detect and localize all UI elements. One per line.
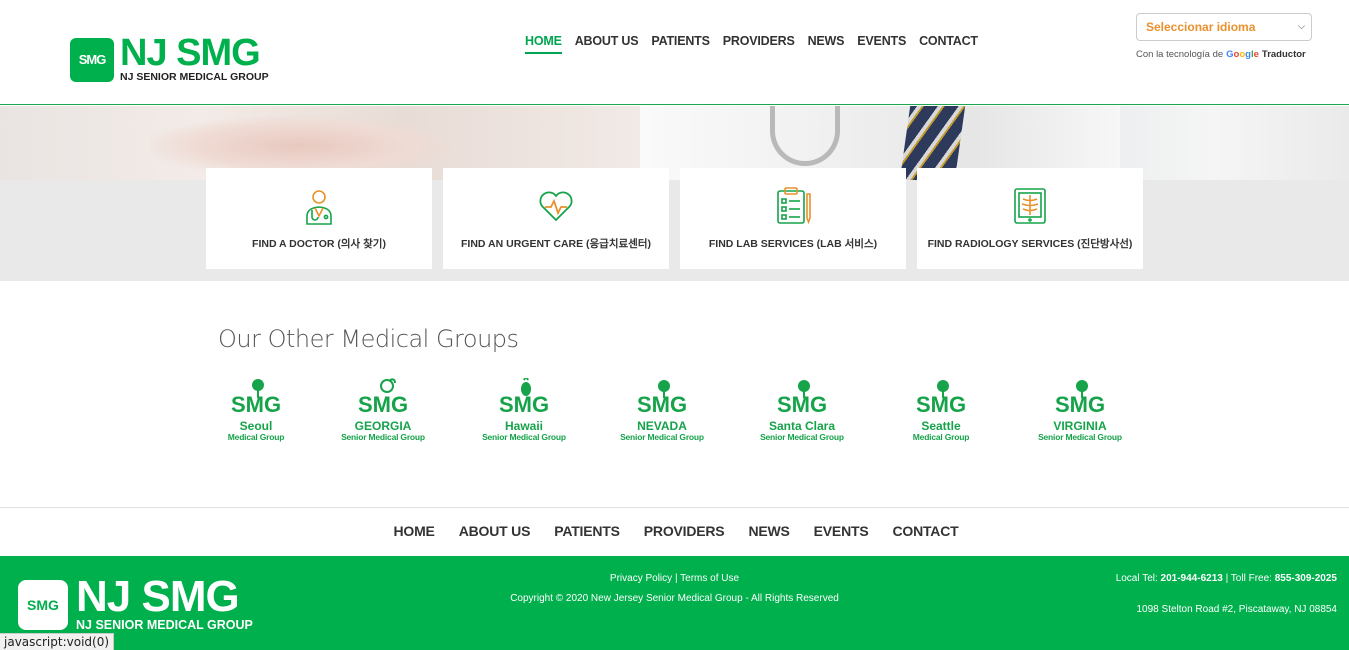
clipboard-icon: [777, 187, 811, 225]
svg-text:SMG: SMG: [916, 392, 966, 417]
group-seattle[interactable]: SMG Seattle Medical Group: [893, 378, 989, 442]
tree-logo-icon: SMG: [777, 380, 827, 417]
group-seoul[interactable]: SMG Seoul Medical Group: [208, 378, 304, 442]
group-subtitle: Senior Medical Group: [760, 432, 844, 442]
footer-nav-contact[interactable]: CONTACT: [892, 523, 958, 539]
footer-address: 1098 Stelton Road #2, Piscataway, NJ 088…: [1136, 604, 1338, 615]
group-georgia[interactable]: SMG GEORGIA Senior Medical Group: [335, 378, 431, 442]
logo-title: NJ SMG: [120, 32, 261, 74]
tree-logo-icon: SMG: [231, 379, 281, 417]
xray-icon: [1014, 188, 1046, 224]
group-name: Hawaii: [504, 419, 543, 433]
powered-by-text: Con la tecnología de: [1136, 49, 1224, 60]
footer-nav-providers[interactable]: PROVIDERS: [644, 523, 725, 539]
find-doctor-card[interactable]: FIND A DOCTOR (의사 찾기): [206, 168, 432, 269]
footer-nav: HOME ABOUT US PATIENTS PROVIDERS NEWS EV…: [0, 523, 1349, 539]
svg-text:SMG: SMG: [358, 392, 408, 417]
group-subtitle: Senior Medical Group: [482, 432, 566, 442]
footer-phone: Local Tel: 201-944-6213 | Toll Free: 855…: [1116, 573, 1337, 584]
tree-logo-icon: SMG: [1055, 380, 1105, 417]
svg-text:SMG: SMG: [637, 392, 687, 417]
chevron-down-icon: ⌵: [1298, 21, 1305, 31]
svg-text:SMG: SMG: [499, 392, 549, 417]
footer-logo-subtitle: NJ SENIOR MEDICAL GROUP: [76, 618, 253, 632]
privacy-policy-link[interactable]: Privacy Policy: [610, 573, 672, 584]
pineapple-logo-icon: SMG: [499, 378, 549, 417]
nav-about-us[interactable]: ABOUT US: [575, 34, 639, 54]
group-name: Seoul: [239, 419, 273, 433]
nav-home[interactable]: HOME: [525, 34, 562, 54]
group-subtitle: Medical Group: [227, 432, 285, 442]
footer-nav-home[interactable]: HOME: [394, 523, 435, 539]
group-subtitle: Senior Medical Group: [620, 432, 704, 442]
terms-of-use-link[interactable]: Terms of Use: [680, 573, 739, 584]
link-separator: |: [672, 573, 681, 584]
svg-text:SMG: SMG: [231, 392, 281, 417]
group-name: NEVADA: [637, 419, 687, 433]
doctor-icon: [306, 190, 332, 225]
footer-divider: [0, 507, 1349, 508]
find-lab-services-card[interactable]: FIND LAB SERVICES (LAB 서비스): [680, 168, 906, 269]
group-subtitle: Senior Medical Group: [341, 432, 425, 442]
nav-providers[interactable]: PROVIDERS: [723, 34, 795, 54]
nav-events[interactable]: EVENTS: [857, 34, 906, 54]
language-select-value: Seleccionar idioma: [1146, 20, 1256, 34]
heartbeat-icon: [539, 191, 573, 222]
toll-free-number[interactable]: 855-309-2025: [1275, 573, 1337, 584]
group-subtitle: Medical Group: [912, 432, 970, 442]
group-hawaii[interactable]: SMG Hawaii Senior Medical Group: [476, 378, 572, 442]
group-subtitle: Senior Medical Group: [1038, 432, 1122, 442]
footer-nav-news[interactable]: NEWS: [748, 523, 789, 539]
logo-subtitle: NJ SENIOR MEDICAL GROUP: [120, 71, 269, 83]
svg-text:SMG: SMG: [1055, 392, 1105, 417]
local-tel-number[interactable]: 201-944-6213: [1161, 573, 1223, 584]
find-radiology-card[interactable]: FIND RADIOLOGY SERVICES (진단방사선): [917, 168, 1143, 269]
nav-news[interactable]: NEWS: [808, 34, 845, 54]
peach-logo-icon: SMG: [358, 378, 408, 417]
browser-status-bar: javascript:void(0): [0, 633, 115, 650]
local-tel-label: Local Tel:: [1115, 573, 1158, 584]
group-name: Santa Clara: [768, 419, 836, 433]
footer-logo-badge: SMG: [18, 579, 68, 630]
other-groups-heading: Our Other Medical Groups: [218, 325, 519, 353]
tree-logo-icon: SMG: [916, 380, 966, 417]
find-urgent-care-card[interactable]: FIND AN URGENT CARE (응급치료센터): [443, 168, 669, 269]
site-footer: SMG NJ SMG NJ SENIOR MEDICAL GROUP Priva…: [0, 556, 1349, 650]
nav-contact[interactable]: CONTACT: [919, 34, 978, 54]
group-virginia[interactable]: SMG VIRGINIA Senior Medical Group: [1032, 378, 1128, 442]
tree-logo-icon: SMG: [637, 380, 687, 417]
site-header: SMG NJ SMG NJ SENIOR MEDICAL GROUP HOME …: [0, 0, 1349, 105]
footer-nav-patients[interactable]: PATIENTS: [554, 523, 620, 539]
group-name: GEORGIA: [354, 419, 412, 433]
toll-free-label: | Toll Free:: [1225, 573, 1272, 584]
find-urgent-care-label: FIND AN URGENT CARE (응급치료센터): [461, 238, 651, 250]
logo-badge: SMG: [70, 37, 114, 82]
find-lab-services-label: FIND LAB SERVICES (LAB 서비스): [708, 238, 878, 250]
main-nav: HOME ABOUT US PATIENTS PROVIDERS NEWS EV…: [525, 34, 991, 54]
google-logo[interactable]: Google: [1226, 49, 1259, 60]
hero-hand-image: [150, 116, 450, 176]
group-name: VIRGINIA: [1053, 419, 1107, 433]
svg-text:SMG: SMG: [777, 392, 827, 417]
site-logo[interactable]: SMG NJ SMG NJ SENIOR MEDICAL GROUP: [70, 32, 269, 83]
footer-logo[interactable]: SMG NJ SMG NJ SENIOR MEDICAL GROUP: [18, 575, 253, 632]
google-translate-credit: Con la tecnología de Google Traductor: [1136, 49, 1306, 60]
group-santa-clara[interactable]: SMG Santa Clara Senior Medical Group: [754, 378, 850, 442]
group-nevada[interactable]: SMG NEVADA Senior Medical Group: [614, 378, 710, 442]
copyright-text: Copyright © 2020 New Jersey Senior Medic…: [510, 593, 839, 604]
find-radiology-label: FIND RADIOLOGY SERVICES (진단방사선): [927, 238, 1133, 250]
translator-link[interactable]: Traductor: [1262, 49, 1306, 60]
footer-nav-events[interactable]: EVENTS: [814, 523, 869, 539]
group-name: Seattle: [921, 419, 961, 433]
find-doctor-label: FIND A DOCTOR (의사 찾기): [252, 238, 386, 250]
medical-groups-list: SMG Seoul Medical Group SMG GEORGIA Seni…: [218, 378, 1138, 458]
nav-patients[interactable]: PATIENTS: [651, 34, 710, 54]
footer-nav-about-us[interactable]: ABOUT US: [459, 523, 531, 539]
service-cards: FIND A DOCTOR (의사 찾기) FIND AN URGENT CAR…: [206, 168, 1143, 269]
language-select[interactable]: Seleccionar idioma ⌵: [1136, 13, 1312, 41]
